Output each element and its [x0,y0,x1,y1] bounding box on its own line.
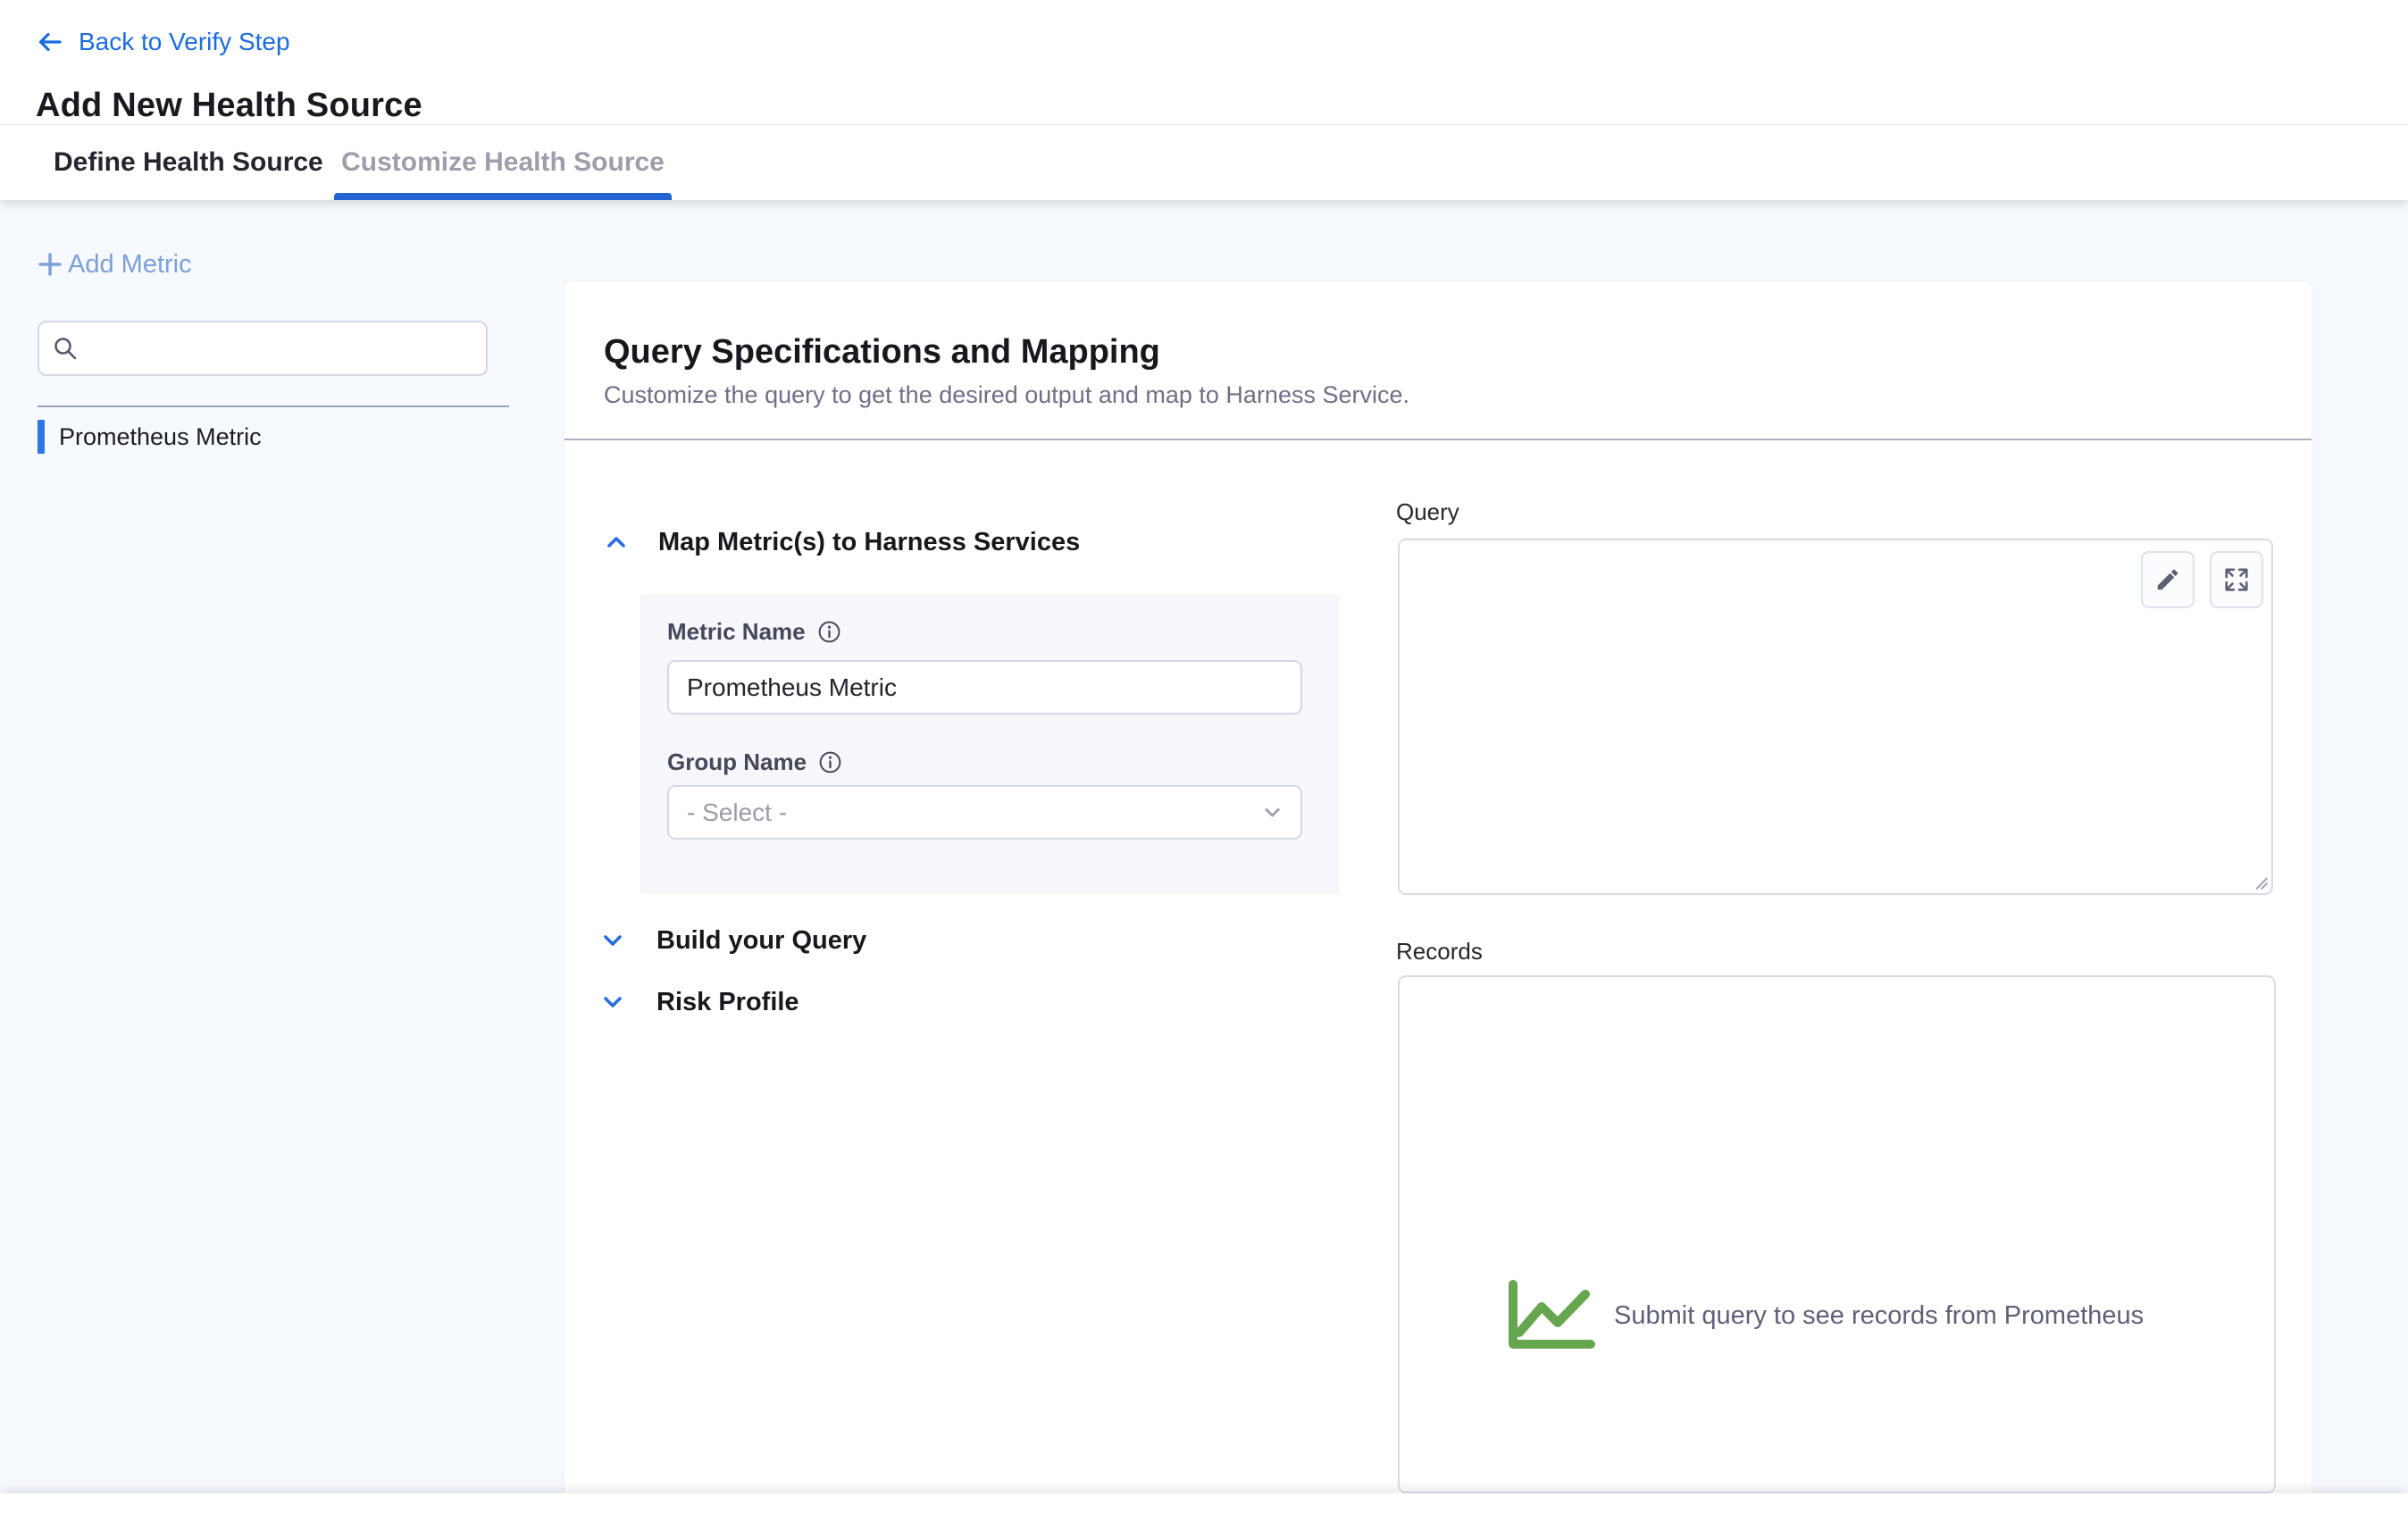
back-to-verify-step-link[interactable]: Back to Verify Step [36,27,290,57]
metric-search-input[interactable] [89,322,473,374]
sidebar-divider [38,405,509,407]
query-specifications-card: Query Specifications and Mapping Customi… [564,281,2312,1493]
card-header-divider [564,439,2312,440]
plus-icon [36,250,64,279]
chevron-down-icon [600,928,625,953]
metric-name-input[interactable] [667,660,1302,715]
group-name-label-row: Group Name [667,748,842,776]
metric-search-box [38,321,488,376]
pencil-icon [2154,566,2181,593]
add-metric-label: Add Metric [68,249,192,280]
section-map-metrics-label: Map Metric(s) to Harness Services [658,528,1080,557]
chevron-down-icon [600,990,625,1015]
query-editor-box [1398,539,2273,895]
card-title: Query Specifications and Mapping [604,331,1160,372]
sidebar-item-prometheus-metric[interactable]: Prometheus Metric [38,419,262,455]
section-risk-profile-toggle[interactable]: Risk Profile [600,984,799,1020]
tab-customize-health-source[interactable]: Customize Health Source [334,125,672,200]
textarea-resize-handle[interactable] [2251,873,2269,890]
magnifier-icon [52,335,79,362]
tab-customize-label: Customize Health Source [341,147,665,177]
records-empty-state: Submit query to see records from Prometh… [1505,1279,2144,1352]
expand-arrows-icon [2223,566,2250,593]
chevron-down-icon [1260,800,1284,824]
section-build-query-label: Build your Query [656,926,866,956]
chevron-up-icon [604,530,629,555]
back-link-label: Back to Verify Step [79,27,290,57]
map-metric-form-panel: Metric Name Group Name [640,594,1340,894]
edit-query-button[interactable] [2141,551,2195,608]
drawer-footer-bar [0,1493,2408,1513]
info-circle-icon[interactable] [817,620,841,644]
info-circle-icon[interactable] [818,750,842,774]
add-health-source-drawer: Back to Verify Step Add New Health Sourc… [0,0,2408,1513]
group-name-select[interactable]: - Select - [667,785,1302,840]
card-subtitle: Customize the query to get the desired o… [604,380,1409,410]
records-panel: Submit query to see records from Prometh… [1398,975,2276,1493]
section-build-query-toggle[interactable]: Build your Query [600,923,866,958]
metrics-sidebar: Add Metric Prometheus Metric [0,200,564,1493]
health-source-tab-bar: Define Health Source Customize Health So… [0,125,2408,200]
metric-name-label-row: Metric Name [667,617,841,646]
records-label: Records [1396,937,1483,965]
query-actions [2141,551,2263,608]
group-name-select-placeholder: - Select - [687,798,787,827]
query-label: Query [1396,497,1459,526]
selected-item-indicator [38,420,45,454]
line-chart-icon [1505,1279,1596,1352]
tab-define-health-source[interactable]: Define Health Source [54,125,323,200]
metric-name-label: Metric Name [667,618,806,646]
active-tab-underline [334,193,672,200]
metric-item-label: Prometheus Metric [59,423,262,451]
drawer-header: Back to Verify Step Add New Health Sourc… [0,0,2408,125]
section-map-metrics-toggle[interactable]: Map Metric(s) to Harness Services [604,524,1080,560]
group-name-label: Group Name [667,748,807,776]
section-risk-profile-label: Risk Profile [656,988,799,1017]
page-title: Add New Health Source [36,86,422,125]
add-metric-button[interactable]: Add Metric [36,249,192,280]
arrow-left-icon [36,28,64,56]
expand-query-button[interactable] [2210,551,2263,608]
records-empty-message: Submit query to see records from Prometh… [1614,1301,2144,1331]
